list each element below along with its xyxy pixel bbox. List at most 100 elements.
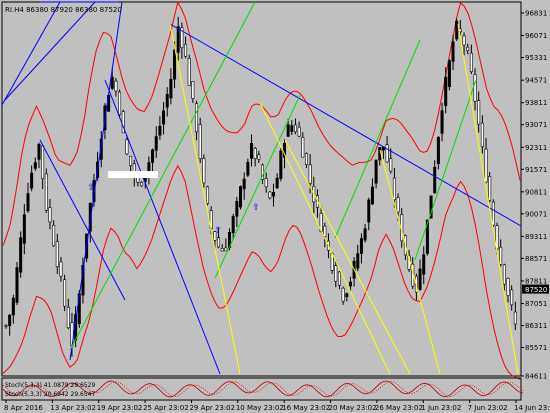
bear-candle bbox=[385, 144, 389, 163]
bull-candle bbox=[455, 20, 459, 40]
bull-candle bbox=[418, 268, 422, 290]
price-tick-label: 87051 bbox=[525, 300, 547, 308]
price-tick-label: 96831 bbox=[525, 10, 547, 18]
bear-candle bbox=[334, 265, 338, 282]
bull-candle bbox=[242, 178, 246, 190]
bull-candle bbox=[173, 49, 177, 80]
bull-candle bbox=[447, 60, 451, 88]
bear-candle bbox=[44, 173, 48, 211]
time-tick-label: 13 Apr 23:02 bbox=[50, 404, 96, 412]
bear-candle bbox=[264, 178, 268, 188]
bear-candle bbox=[396, 197, 400, 213]
up-arrow-icon: ⇧ bbox=[252, 203, 260, 213]
bull-candle bbox=[363, 228, 367, 241]
chart-background bbox=[0, 0, 550, 413]
bear-candle bbox=[48, 207, 52, 223]
bear-candle bbox=[268, 191, 272, 199]
bear-candle bbox=[301, 137, 305, 158]
bear-candle bbox=[41, 145, 45, 179]
bull-candle bbox=[271, 191, 275, 197]
time-tick-label: 25 Apr 23:02 bbox=[143, 404, 189, 412]
bear-candle bbox=[491, 201, 495, 226]
bear-candle bbox=[220, 248, 224, 252]
bear-candle bbox=[466, 46, 470, 51]
bull-candle bbox=[374, 159, 378, 184]
bull-candle bbox=[433, 166, 437, 193]
bull-candle bbox=[440, 110, 444, 134]
bull-candle bbox=[444, 76, 448, 107]
time-tick-label: 8 Apr 2016 bbox=[4, 404, 43, 412]
price-tick-label: 94571 bbox=[525, 77, 547, 85]
bear-candle bbox=[469, 52, 473, 73]
price-tick-label: 84611 bbox=[525, 373, 547, 381]
bull-candle bbox=[15, 267, 19, 303]
bear-candle bbox=[510, 289, 514, 306]
bear-candle bbox=[140, 182, 144, 187]
bull-candle bbox=[30, 172, 34, 189]
bear-candle bbox=[184, 43, 188, 57]
bear-candle bbox=[224, 247, 228, 252]
price-tick-label: 93071 bbox=[525, 121, 547, 129]
bull-candle bbox=[279, 150, 283, 179]
bear-candle bbox=[202, 158, 206, 184]
bear-candle bbox=[114, 80, 118, 92]
bear-candle bbox=[308, 164, 312, 184]
bear-candle bbox=[257, 154, 261, 160]
price-tick-label: 90071 bbox=[525, 210, 547, 218]
bull-candle bbox=[235, 200, 239, 217]
bull-candle bbox=[176, 26, 180, 53]
up-arrow-icon: ⇧ bbox=[214, 226, 222, 236]
bear-candle bbox=[323, 225, 327, 237]
bear-candle bbox=[52, 225, 56, 247]
chart-text-block bbox=[108, 171, 158, 178]
bull-candle bbox=[356, 253, 360, 269]
bear-candle bbox=[477, 100, 481, 125]
bear-candle bbox=[389, 158, 393, 172]
bear-candle bbox=[125, 139, 129, 155]
bear-candle bbox=[513, 311, 517, 325]
bear-candle bbox=[293, 124, 297, 133]
bear-candle bbox=[187, 58, 191, 86]
bull-candle bbox=[246, 162, 250, 176]
bear-candle bbox=[63, 279, 67, 307]
time-tick-label: 19 Apr 23:02 bbox=[97, 404, 143, 412]
price-tick-label: 93811 bbox=[525, 99, 547, 107]
chart-canvas[interactable]: ⇧ ⇧ ⇧ RI.H4 86380 87920 86380 87520 Stoch(… bbox=[0, 0, 550, 413]
bull-candle bbox=[275, 177, 279, 189]
bull-candle bbox=[110, 77, 114, 89]
bear-candle bbox=[502, 264, 506, 285]
bull-candle bbox=[367, 199, 371, 223]
bear-candle bbox=[129, 155, 133, 167]
bull-candle bbox=[290, 125, 294, 132]
time-tick-label: 1 Jun 23:02 bbox=[421, 404, 461, 412]
bull-candle bbox=[26, 193, 30, 212]
bear-candle bbox=[59, 261, 63, 277]
price-tick-label: 96071 bbox=[525, 32, 547, 40]
price-tick-label: 88571 bbox=[525, 255, 547, 263]
bear-candle bbox=[253, 148, 257, 159]
time-tick-label: 29 Apr 23:02 bbox=[189, 404, 235, 412]
bear-candle bbox=[506, 278, 510, 296]
bear-candle bbox=[484, 148, 488, 183]
bear-candle bbox=[206, 186, 210, 204]
bull-candle bbox=[165, 93, 169, 108]
bear-candle bbox=[488, 176, 492, 201]
time-tick-label: 10 May 23:02 bbox=[236, 404, 284, 412]
price-tick-label: 91571 bbox=[525, 166, 547, 174]
bull-candle bbox=[162, 110, 166, 125]
current-price-marker: 87520 bbox=[522, 284, 549, 294]
bull-candle bbox=[8, 314, 12, 327]
price-tick-label: 85571 bbox=[525, 344, 547, 352]
bull-candle bbox=[33, 162, 37, 169]
bull-candle bbox=[11, 297, 15, 316]
indicator-label-main: Stoch(5,3,3) 41.0879 29.6529 bbox=[5, 382, 96, 389]
up-arrow-icon: ⇧ bbox=[87, 183, 95, 193]
bull-candle bbox=[451, 41, 455, 62]
bear-candle bbox=[499, 246, 503, 265]
price-tick-label: 87811 bbox=[525, 277, 547, 285]
bull-candle bbox=[22, 214, 26, 244]
bear-candle bbox=[304, 153, 308, 165]
bull-candle bbox=[422, 254, 426, 275]
bear-candle bbox=[191, 81, 195, 99]
bear-candle bbox=[341, 287, 345, 302]
